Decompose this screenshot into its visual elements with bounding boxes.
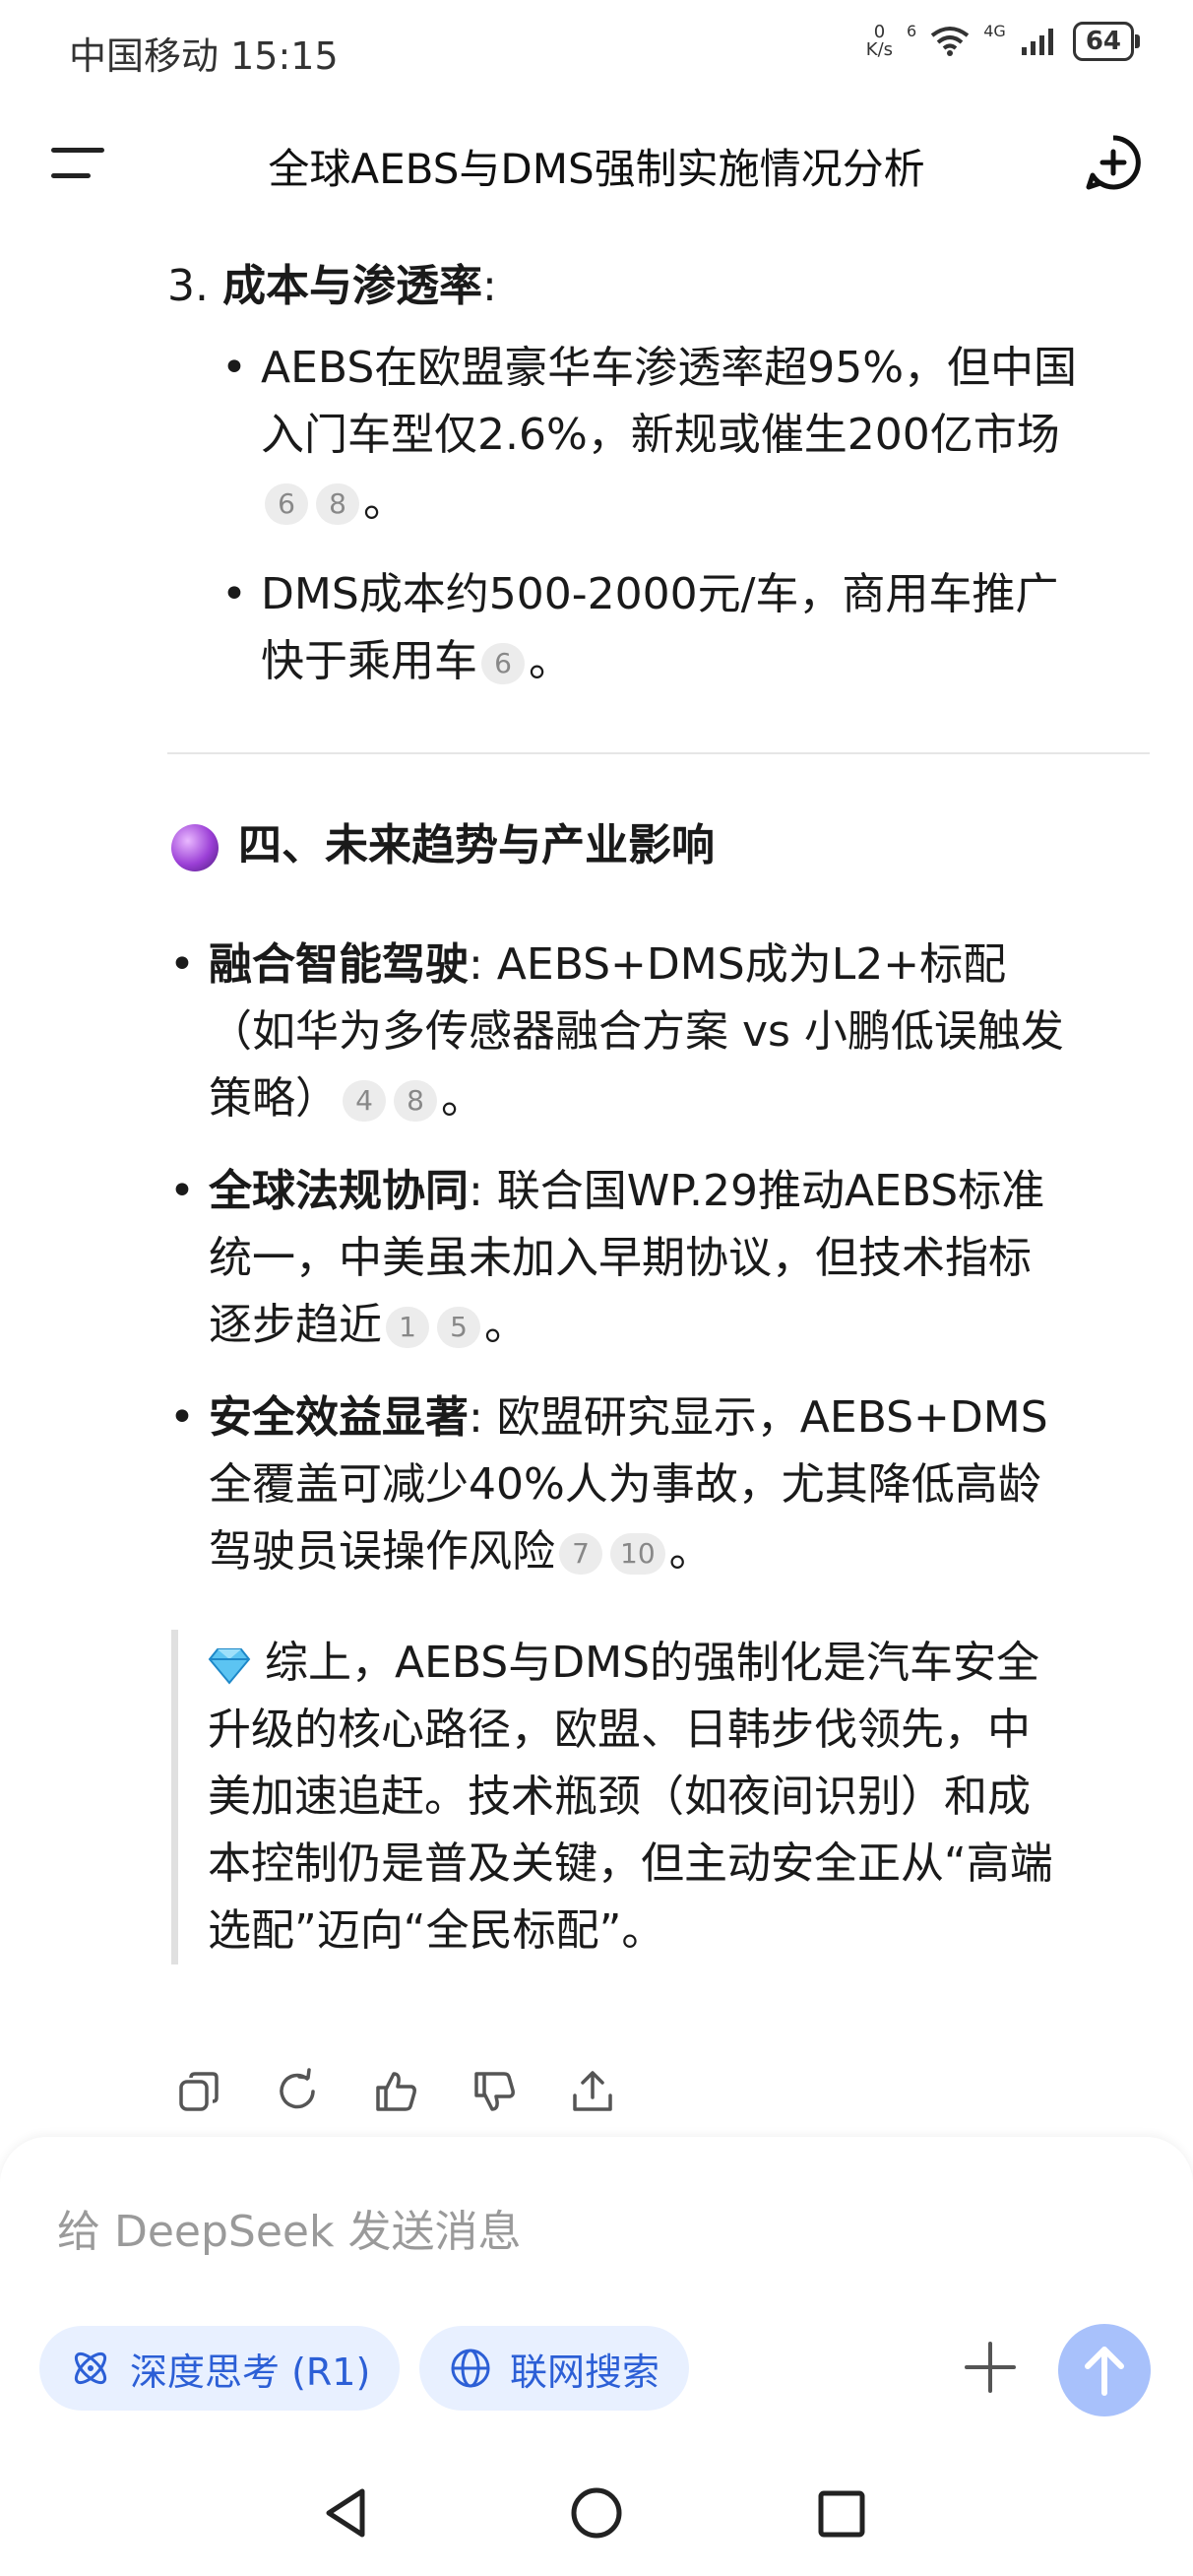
signal-icon [1021, 29, 1053, 55]
new-chat-icon[interactable] [1085, 134, 1142, 191]
system-navigation-bar [0, 2472, 1193, 2576]
section-divider [167, 752, 1150, 754]
deep-think-toggle[interactable]: 深度思考 (R1) [39, 2326, 401, 2411]
status-icons: 0 K/s 6 4G 64 [865, 22, 1141, 61]
sidebar-menu-button[interactable] [51, 144, 104, 183]
web-search-toggle[interactable]: 联网搜索 [419, 2326, 690, 2411]
list-item: • 安全效益显著: 欧盟研究显示，AEBS+DMS 全覆盖可减少40%人为事故，… [169, 1392, 1048, 1577]
wifi-badge: 6 [907, 22, 917, 40]
message-input[interactable]: 给 DeepSeek 发送消息 [57, 2196, 521, 2259]
wifi-icon [931, 27, 970, 56]
section-heading: 四、未来趋势与产业影响 [171, 809, 715, 872]
citation-badge[interactable]: 6 [265, 483, 308, 525]
citation-badge[interactable]: 8 [316, 483, 359, 525]
citation-badge[interactable]: 6 [481, 643, 525, 684]
atom-icon [74, 2351, 107, 2385]
citation-badge[interactable]: 5 [437, 1307, 480, 1348]
regenerate-icon[interactable] [274, 2068, 321, 2115]
back-icon[interactable] [321, 2485, 370, 2541]
list-item: • 全球法规协同: 联合国WP.29推动AEBS标准 统一，中美虽未加入早期协议… [169, 1166, 1045, 1350]
menu-icon-line-top [51, 148, 104, 153]
net-speed: 0 K/s [865, 22, 894, 60]
conversation-title[interactable]: 全球AEBS与DMS强制实施情况分析 [157, 136, 1036, 196]
copy-icon[interactable] [175, 2068, 222, 2115]
globe-icon [451, 2349, 490, 2388]
status-bar: 中国移动 15:15 0 K/s 6 4G 64 [0, 0, 1193, 98]
share-icon[interactable] [569, 2068, 616, 2115]
attach-plus-icon[interactable] [961, 2338, 1020, 2397]
citation-badge[interactable]: 4 [343, 1080, 386, 1122]
menu-icon-line-bottom [51, 173, 91, 178]
numbered-heading: 3. 成本与渗透率: [167, 261, 497, 311]
web-search-label: 联网搜索 [510, 2350, 660, 2394]
citation-badge[interactable]: 7 [559, 1533, 602, 1575]
citation-badge[interactable]: 1 [386, 1307, 429, 1348]
thumbs-down-icon[interactable] [471, 2068, 518, 2115]
citation-badge[interactable]: 10 [610, 1533, 665, 1575]
list-item: • AEBS在欧盟豪华车渗透率超95%，但中国 入门车型仅2.6%，新规或催生2… [221, 343, 1078, 527]
home-icon[interactable] [569, 2485, 624, 2541]
gem-icon [208, 1648, 251, 1685]
list-item: • DMS成本约500-2000元/车，商用车推广 快于乘用车 6。 [221, 569, 1059, 686]
chat-header: 全球AEBS与DMS强制实施情况分析 [0, 108, 1193, 217]
deep-think-label: 深度思考 (R1) [130, 2350, 371, 2394]
citation-badge[interactable]: 8 [394, 1080, 437, 1122]
message-actions [175, 2068, 616, 2115]
summary-blockquote: 综上，AEBS与DMS的强制化是汽车安全 升级的核心路径，欧盟、日韩步伐领先，中… [171, 1630, 1172, 1964]
carrier-name: 中国移动 [69, 34, 220, 78]
send-button[interactable] [1058, 2324, 1151, 2416]
list-item: • 融合智能驾驶: AEBS+DMS成为L2+标配 （如华为多传感器融合方案 v… [169, 939, 1064, 1124]
thumbs-up-icon[interactable] [372, 2068, 419, 2115]
network-type: 4G [983, 22, 1006, 40]
battery-indicator: 64 [1072, 22, 1141, 61]
clock: 15:15 [230, 34, 339, 78]
crystal-ball-icon [171, 824, 219, 871]
recents-icon[interactable] [817, 2485, 866, 2541]
arrow-up-icon [1085, 2347, 1124, 2396]
carrier-time: 中国移动 15:15 [69, 26, 339, 80]
